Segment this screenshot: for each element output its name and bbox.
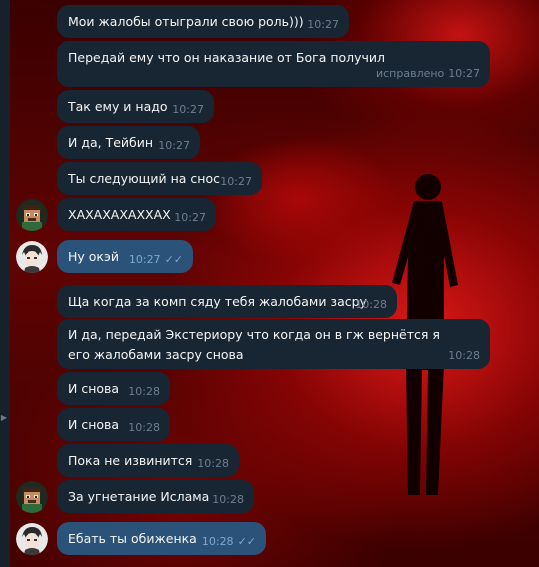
message-time: 10:28 [128, 385, 160, 398]
message-text: И да, Тейбин [68, 135, 154, 150]
message-text: И снова [68, 417, 120, 432]
anime-avatar-icon[interactable] [16, 523, 48, 555]
message-text: Передай ему что он наказание от Бога пол… [68, 50, 386, 65]
message-bubble[interactable]: ХАХАХАХАХХАХ 10:27 [57, 198, 216, 231]
message-meta: 10:27 ✓✓ [129, 253, 183, 267]
message-time: 10:28 [212, 493, 244, 506]
message-time: 10:28 [355, 298, 387, 311]
message-bubble[interactable]: Передай ему что он наказание от Бога пол… [57, 41, 490, 87]
message-time: 10:27 [174, 211, 206, 224]
message-bubble[interactable]: Пока не извинится 10:28 [57, 444, 239, 477]
message-text: ХАХАХАХАХХАХ [68, 207, 171, 222]
anime-avatar-icon[interactable] [16, 241, 48, 273]
message-time: 10:27 [448, 67, 480, 80]
message-bubble[interactable]: И да, Тейбин 10:27 [57, 126, 200, 159]
message-time: 10:28 [201, 535, 234, 548]
message-text: За угнетание Ислама [68, 489, 210, 504]
message-time: 10:27 [128, 253, 161, 266]
message-text: Ну окэй [68, 249, 119, 264]
scroll-down-arrow-icon[interactable]: ▶ [0, 414, 8, 422]
message-time: 10:28 [448, 349, 480, 362]
message-time: 10:28 [128, 421, 160, 434]
message-bubble[interactable]: И да, передай Экстериору что когда он в … [57, 319, 490, 369]
message-time: 10:28 [197, 457, 229, 470]
message-time: 10:27 [172, 103, 204, 116]
pixel-avatar-icon[interactable] [16, 199, 48, 231]
message-time: 10:27 [307, 18, 339, 31]
message-time: 10:27 [158, 139, 190, 152]
message-text: Мои жалобы отыграли свою роль))) [68, 14, 304, 29]
message-bubble-outgoing[interactable]: Ебать ты обиженка 10:28 ✓✓ [57, 522, 266, 555]
message-text: И да, передай Экстериору что когда он в … [68, 327, 440, 362]
message-time: 10:27 [220, 175, 252, 188]
message-meta: 10:28 ✓✓ [202, 535, 256, 549]
message-bubble[interactable]: Ты следующий на снос 10:27 [57, 162, 262, 195]
pixel-avatar-icon[interactable] [16, 481, 48, 513]
message-meta: исправлено 10:27 [376, 67, 480, 81]
message-text: Ебать ты обиженка [68, 531, 197, 546]
message-bubble-outgoing[interactable]: Ну окэй 10:27 ✓✓ [57, 240, 193, 273]
message-bubble[interactable]: Ща когда за комп сяду тебя жалобами заср… [57, 285, 397, 318]
message-text: Так ему и надо [68, 99, 168, 114]
message-text: Ты следующий на снос [68, 171, 220, 186]
message-bubble[interactable]: За угнетание Ислама 10:28 [57, 480, 254, 513]
edited-label: исправлено [375, 67, 445, 80]
message-text: Пока не извинится [68, 453, 193, 468]
message-bubble[interactable]: И снова 10:28 [57, 408, 170, 441]
read-ticks-icon: ✓✓ [237, 535, 256, 548]
message-text: Ща когда за комп сяду тебя жалобами заср… [68, 294, 367, 309]
message-bubble[interactable]: Так ему и надо 10:27 [57, 90, 214, 123]
message-text: И снова [68, 381, 120, 396]
left-panel-edge [0, 0, 10, 567]
read-ticks-icon: ✓✓ [164, 253, 183, 266]
message-bubble[interactable]: Мои жалобы отыграли свою роль))) 10:27 [57, 5, 349, 38]
message-bubble[interactable]: И снова 10:28 [57, 372, 170, 405]
